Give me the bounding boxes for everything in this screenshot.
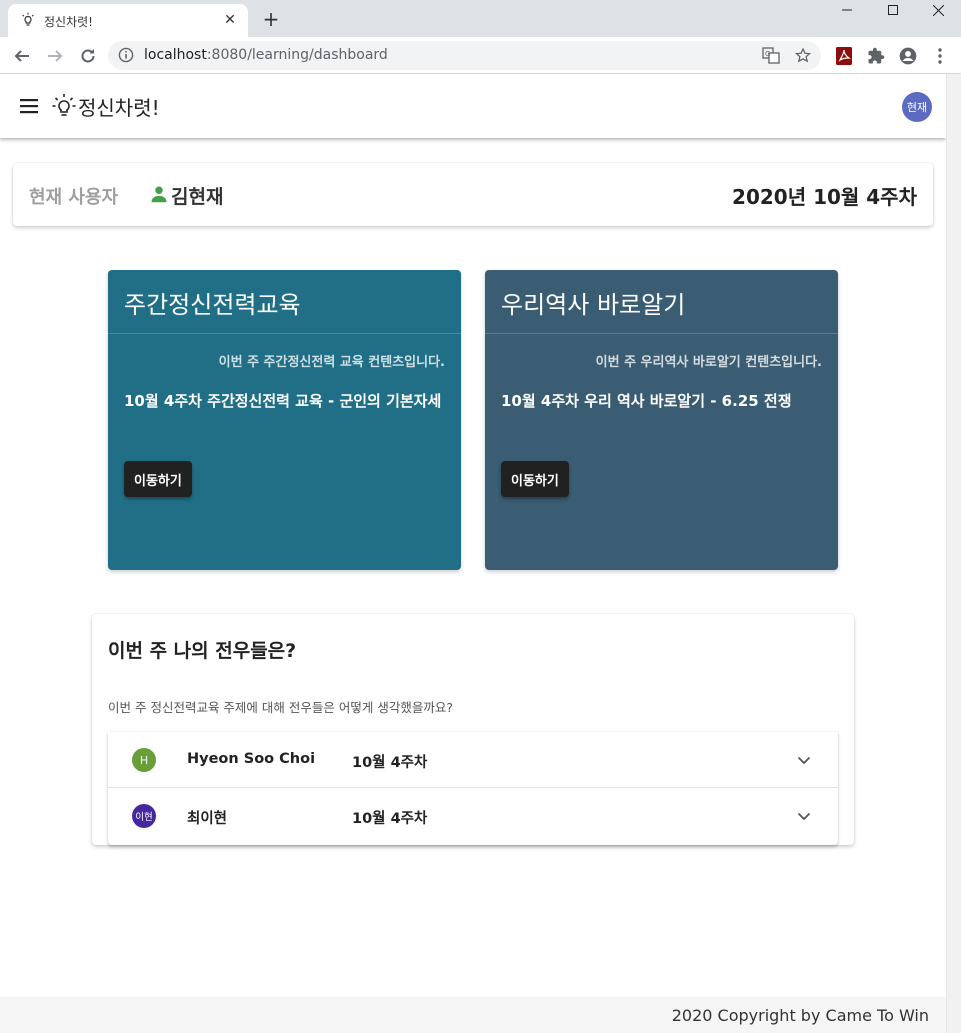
lightbulb-icon (52, 94, 76, 116)
comrade-row[interactable]: 이현 최이현 10월 4주차 (108, 788, 838, 844)
tab-title: 정신차렷! (44, 15, 93, 29)
translate-icon[interactable]: G (762, 47, 780, 64)
app-root: 정신차렷! 현재 현재 사용자 김현재 2020년 10월 4주차 주간정신전력… (0, 74, 946, 1033)
card-subtitle: 이번 주 우리역사 바로알기 컨텐츠입니다. (595, 355, 822, 370)
back-button[interactable] (9, 43, 35, 69)
info-icon[interactable] (118, 47, 134, 63)
close-icon[interactable]: ✕ (220, 10, 240, 30)
footer: 2020 Copyright by Came To Win (0, 997, 946, 1033)
card-korean-history: 우리역사 바로알기 이번 주 우리역사 바로알기 컨텐츠입니다. 10월 4주차… (485, 270, 838, 570)
avatar: H (132, 748, 156, 772)
svg-text:G: G (765, 50, 770, 58)
address-bar[interactable]: localhost:8080/learning/dashboard G (108, 41, 821, 70)
card-divider (485, 333, 838, 334)
arrow-right-icon (48, 50, 63, 62)
brand[interactable]: 정신차렷! (52, 90, 160, 122)
current-user-name: 김현재 (171, 186, 224, 208)
comrade-name: 최이현 (187, 811, 228, 827)
window-close-button[interactable] (915, 0, 961, 20)
avatar[interactable]: 현재 (902, 92, 932, 122)
comrade-list: H Hyeon Soo Choi 10월 4주차 이현 최이현 10월 4주차 (108, 732, 838, 845)
card-content: 10월 4주차 우리 역사 바로알기 - 6.25 전쟁 (501, 392, 792, 410)
copyright-text: 2020 Copyright by Came To Win (671, 1006, 929, 1025)
maximize-button[interactable] (870, 0, 916, 20)
lightbulb-icon (22, 12, 34, 26)
profile-button[interactable] (895, 43, 921, 69)
account-circle-icon (899, 47, 917, 65)
current-week: 2020년 10월 4주차 (732, 185, 917, 209)
pdf-icon (836, 47, 852, 65)
comrade-name: Hyeon Soo Choi (187, 751, 316, 767)
chevron-down-icon[interactable] (796, 808, 812, 824)
go-button[interactable]: 이동하기 (124, 461, 192, 497)
url-path: :8080/learning/dashboard (206, 47, 388, 63)
card-weekly-education: 주간정신전력교육 이번 주 주간정신전력 교육 컨텐츠입니다. 10월 4주차 … (108, 270, 461, 570)
card-title: 우리역사 바로알기 (501, 291, 686, 319)
browser-menu-button[interactable] (927, 43, 953, 69)
comrade-week: 10월 4주차 (352, 755, 428, 771)
comrades-section: 이번 주 나의 전우들은? 이번 주 정신전력교육 주제에 대해 전우들은 어떻… (92, 614, 854, 845)
current-user-bar: 현재 사용자 김현재 2020년 10월 4주차 (13, 163, 933, 226)
pdf-extension-button[interactable] (831, 43, 857, 69)
reload-icon (81, 49, 95, 63)
card-subtitle: 이번 주 주간정신전력 교육 컨텐츠입니다. (218, 355, 445, 370)
plus-icon[interactable]: + (260, 7, 282, 31)
card-content: 10월 4주차 주간정신전력 교육 - 군인의 기본자세 (124, 392, 442, 410)
menu-icon[interactable] (16, 94, 42, 118)
go-button[interactable]: 이동하기 (501, 461, 569, 497)
app-bar: 정신차렷! 현재 (0, 74, 946, 138)
close-icon (932, 4, 944, 16)
person-icon (151, 186, 167, 203)
reload-button[interactable] (75, 43, 101, 69)
extensions-button[interactable] (863, 43, 889, 69)
section-title: 이번 주 나의 전우들은? (108, 640, 297, 662)
url-host: localhost (144, 47, 207, 63)
comrade-week: 10월 4주차 (352, 811, 428, 827)
current-user-label: 현재 사용자 (29, 187, 119, 208)
browser-tab[interactable]: 정신차렷! ✕ (8, 4, 248, 37)
card-title: 주간정신전력교육 (124, 291, 301, 319)
maximize-icon (888, 5, 898, 15)
brand-title: 정신차렷! (78, 95, 160, 120)
puzzle-icon (868, 47, 885, 64)
arrow-left-icon (14, 50, 29, 62)
star-icon[interactable] (794, 47, 812, 64)
minimize-icon (842, 9, 852, 11)
browser-tabstrip: 정신차렷! ✕ + (0, 0, 961, 37)
url-text: localhost:8080/learning/dashboard (144, 47, 388, 63)
page-scrollbar[interactable] (946, 74, 961, 1033)
minimize-button[interactable] (824, 0, 870, 20)
more-vert-icon (938, 48, 942, 64)
card-divider (108, 333, 461, 334)
chevron-down-icon[interactable] (796, 752, 812, 768)
browser-toolbar: localhost:8080/learning/dashboard G (0, 37, 961, 74)
avatar: 이현 (132, 804, 156, 828)
section-subtitle: 이번 주 정신전력교육 주제에 대해 전우들은 어떻게 생각했을까요? (108, 700, 453, 715)
forward-button[interactable] (42, 43, 68, 69)
comrade-row[interactable]: H Hyeon Soo Choi 10월 4주차 (108, 732, 838, 788)
